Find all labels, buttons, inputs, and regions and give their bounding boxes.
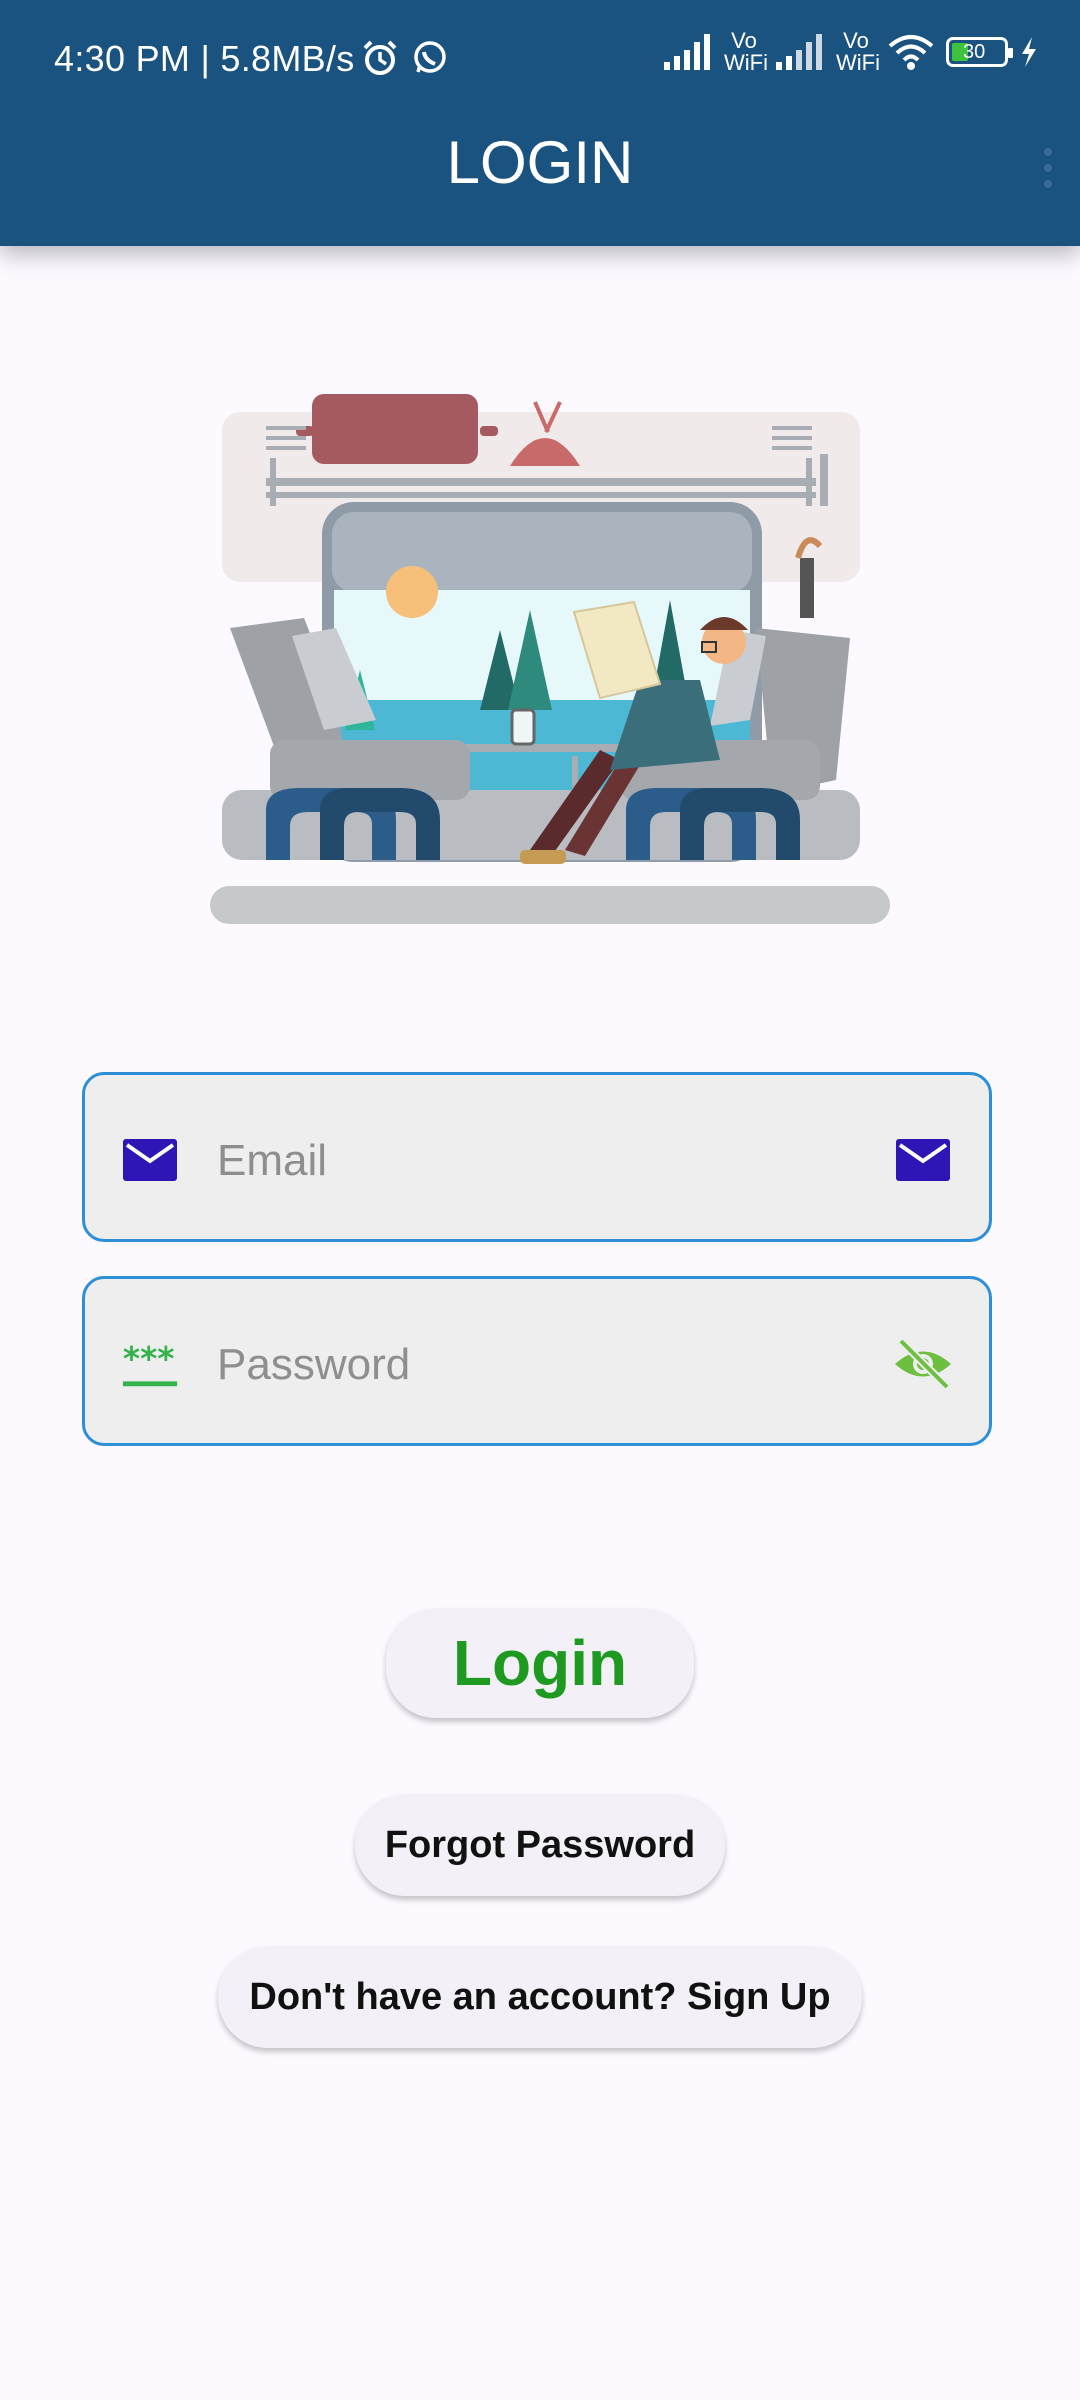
password-input[interactable] <box>215 1319 839 1411</box>
status-right-icons: Vo WiFi Vo WiFi 30 <box>662 30 1040 74</box>
status-time: 4:30 PM | 5.8MB/s <box>54 38 355 79</box>
email-field[interactable] <box>82 1072 992 1242</box>
alarm-icon <box>363 40 397 75</box>
signup-button[interactable]: Don't have an account? Sign Up <box>218 1946 862 2048</box>
battery-icon: 30 <box>946 37 1013 67</box>
mail-icon <box>123 1139 177 1181</box>
forgot-password-button[interactable]: Forgot Password <box>355 1794 725 1896</box>
password-field[interactable]: *** <box>82 1276 992 1446</box>
overflow-menu-icon[interactable] <box>1036 148 1060 196</box>
app-bar: 4:30 PM | 5.8MB/s Vo WiFi Vo WiFi 30 LOG… <box>0 0 1080 246</box>
mail-icon <box>896 1139 950 1181</box>
page-title: LOGIN <box>446 129 634 196</box>
email-input[interactable] <box>215 1115 839 1207</box>
signal-icon <box>776 34 822 70</box>
whatsapp-icon <box>414 41 446 73</box>
password-icon: *** <box>122 1339 178 1387</box>
signal-icon <box>664 34 710 70</box>
status-left-icons <box>360 38 450 78</box>
battery-level: 30 <box>963 41 986 63</box>
vowifi-label-1: Vo WiFi <box>724 28 768 75</box>
svg-text:***: *** <box>123 1339 175 1378</box>
train-illustration <box>210 394 890 924</box>
vowifi-label-2: Vo WiFi <box>836 28 880 75</box>
wifi-icon <box>888 35 934 70</box>
charging-icon <box>1022 37 1036 67</box>
login-button[interactable]: Login <box>386 1608 694 1718</box>
eye-off-icon[interactable] <box>893 1335 953 1393</box>
